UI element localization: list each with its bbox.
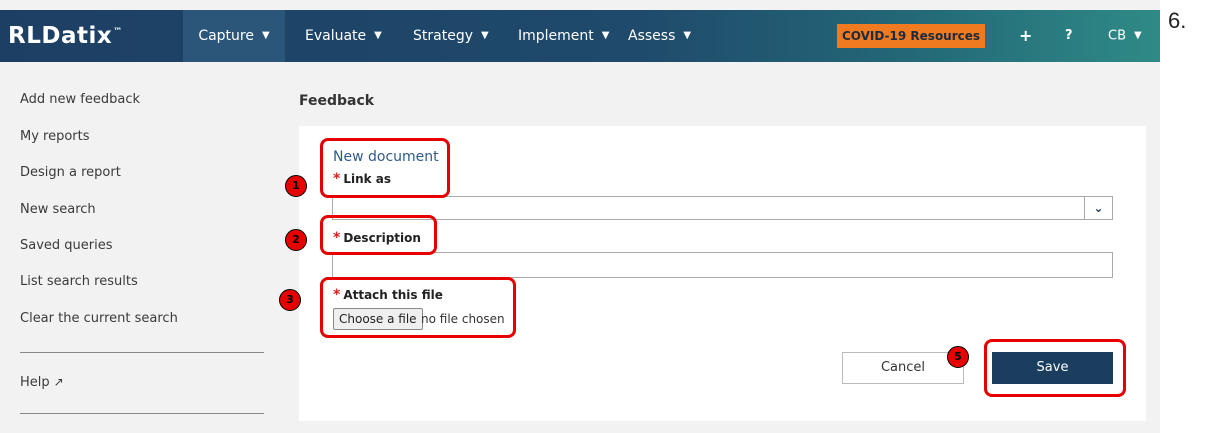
link-as-select[interactable]: ⌄ <box>332 196 1113 220</box>
caret-down-icon: ▼ <box>374 30 382 41</box>
step-number: 6. <box>1168 8 1187 33</box>
sidebar-item-add-new-feedback[interactable]: Add new feedback <box>20 92 140 107</box>
nav-evaluate[interactable]: Evaluate ▼ <box>305 10 382 62</box>
sidebar-item-saved-queries[interactable]: Saved queries <box>20 238 113 253</box>
help-icon[interactable]: ? <box>1065 10 1073 62</box>
sidebar-item-clear-current-search[interactable]: Clear the current search <box>20 311 178 326</box>
sidebar-divider <box>20 352 264 353</box>
sidebar-item-design-a-report[interactable]: Design a report <box>20 165 121 180</box>
nav-capture[interactable]: Capture ▼ <box>183 10 285 62</box>
highlight-box-attach-file <box>320 277 516 338</box>
step-marker-3: 3 <box>279 289 301 311</box>
step-marker-2: 2 <box>285 229 307 251</box>
external-link-icon: ↗ <box>53 375 64 389</box>
caret-down-icon: ▼ <box>261 30 270 41</box>
app-window: RLDatix™ Capture ▼ Evaluate ▼ Strategy ▼ Im… <box>0 0 1160 433</box>
sidebar-item-list-search-results[interactable]: List search results <box>20 274 138 289</box>
step-marker-5: 5 <box>947 346 969 368</box>
top-nav-bar: RLDatix™ Capture ▼ Evaluate ▼ Strategy ▼ Im… <box>0 10 1160 62</box>
chevron-down-icon[interactable]: ⌄ <box>1084 197 1112 219</box>
caret-down-icon: ▼ <box>601 30 610 41</box>
highlight-box-save <box>984 339 1126 397</box>
sidebar-divider <box>20 413 264 414</box>
nav-strategy[interactable]: Strategy ▼ <box>413 10 489 62</box>
caret-down-icon: ▼ <box>683 30 692 41</box>
user-menu[interactable]: CB ▼ <box>1108 10 1142 62</box>
highlight-box-link-as <box>320 138 450 198</box>
rldatix-logo[interactable]: RLDatix™ <box>8 22 123 50</box>
sidebar-item-my-reports[interactable]: My reports <box>20 129 90 144</box>
nav-implement[interactable]: Implement ▼ <box>518 10 609 62</box>
step-marker-1: 1 <box>285 175 307 197</box>
caret-down-icon: ▼ <box>1134 30 1142 41</box>
add-icon[interactable]: + <box>1019 10 1032 62</box>
highlight-box-description <box>320 215 437 255</box>
sidebar-item-help[interactable]: Help ↗ <box>20 375 64 390</box>
covid-resources-button[interactable]: COVID-19 Resources <box>837 24 985 48</box>
sidebar-item-new-search[interactable]: New search <box>20 202 96 217</box>
description-input[interactable] <box>332 252 1113 278</box>
nav-assess[interactable]: Assess ▼ <box>628 10 691 62</box>
page-title: Feedback <box>299 93 375 109</box>
caret-down-icon: ▼ <box>481 30 489 41</box>
cancel-button[interactable]: Cancel <box>842 352 964 384</box>
